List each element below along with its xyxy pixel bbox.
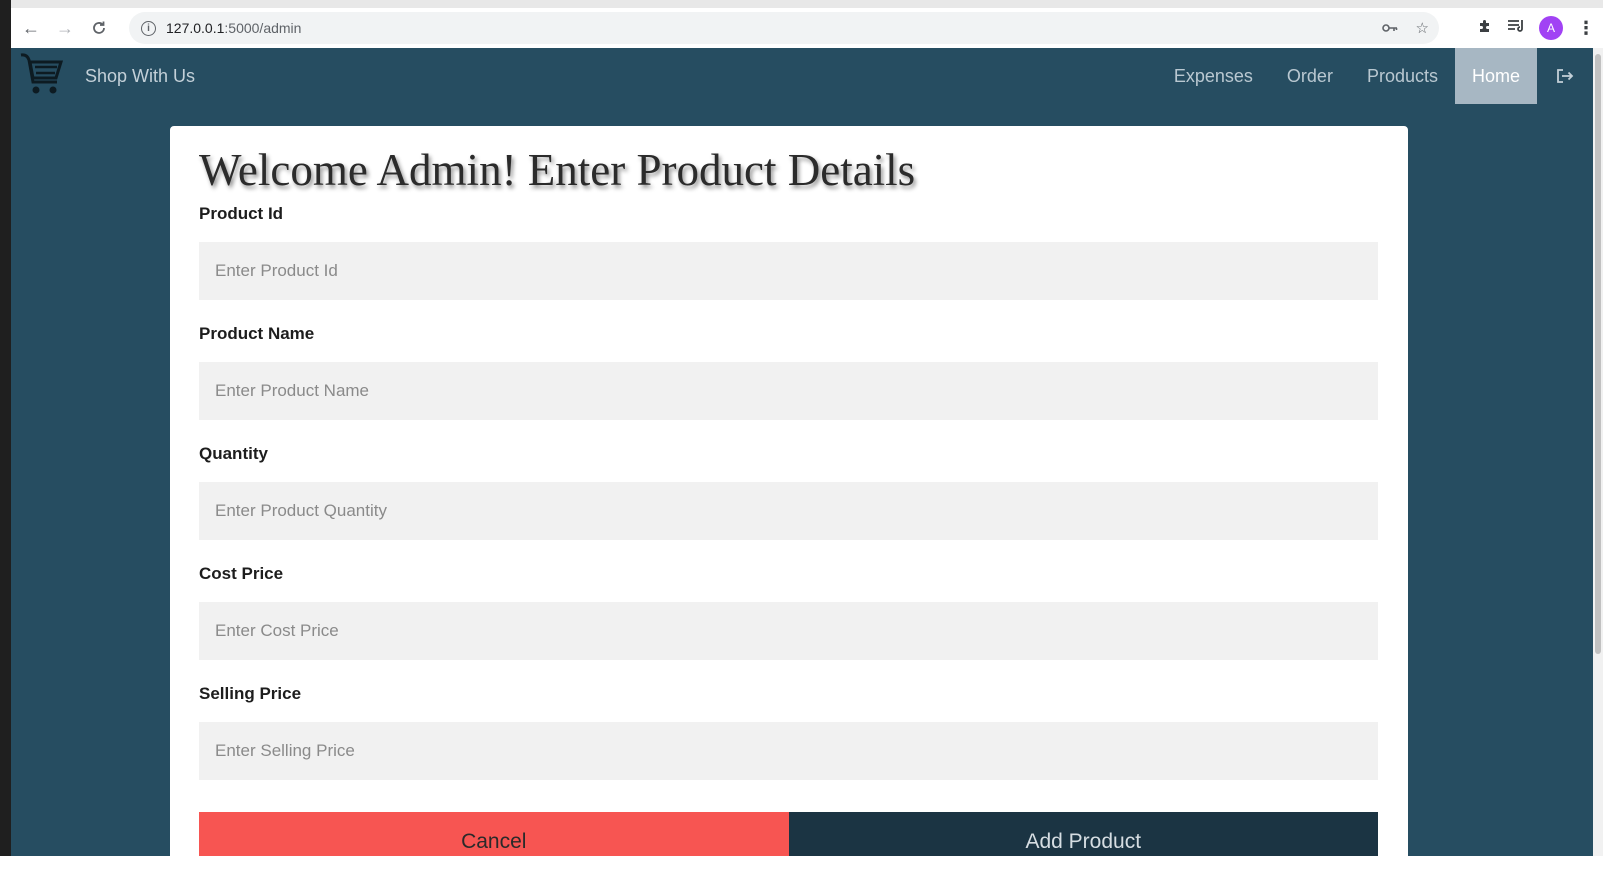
- address-bar[interactable]: i 127.0.0.1:5000/admin ☆: [129, 12, 1439, 44]
- browser-toolbar: ← → i 127.0.0.1:5000/admin ☆ A ⋮: [11, 8, 1603, 48]
- cart-icon[interactable]: [19, 52, 65, 96]
- nav-link-home[interactable]: Home: [1454, 48, 1537, 104]
- product-id-label: Product Id: [199, 204, 284, 223]
- reload-glyph: [93, 21, 105, 34]
- app-page: Shop With Us Expenses Order Products Hom…: [11, 48, 1593, 874]
- url-host: 127.0.0.1: [166, 20, 225, 36]
- profile-avatar[interactable]: A: [1539, 16, 1563, 40]
- browser-toolbar-right: A ⋮: [1477, 8, 1595, 48]
- puzzle-glyph: [1480, 19, 1489, 32]
- cost-price-input[interactable]: [199, 602, 1378, 660]
- window-top-strip: [11, 0, 1603, 8]
- product-name-label: Product Name: [199, 324, 315, 343]
- back-icon[interactable]: ←: [17, 14, 45, 42]
- omnibox-actions: ☆: [1381, 12, 1429, 44]
- sign-out-glyph: [1557, 69, 1574, 83]
- selling-price-label: Selling Price: [199, 684, 302, 703]
- nav-link-expenses[interactable]: Expenses: [1157, 48, 1270, 104]
- scrollbar-thumb[interactable]: [1595, 54, 1601, 654]
- nav-links: Expenses Order Products Home: [1157, 48, 1593, 104]
- desktop-edge: [0, 0, 11, 874]
- page-title: Welcome Admin! Enter Product Details: [199, 145, 916, 195]
- brand-name[interactable]: Shop With Us: [85, 48, 195, 104]
- queue-glyph: [1508, 19, 1523, 32]
- product-id-input[interactable]: [199, 242, 1378, 300]
- star-icon[interactable]: ☆: [1416, 19, 1429, 37]
- product-name-input[interactable]: [199, 362, 1378, 420]
- url-path: :5000/admin: [224, 20, 302, 36]
- navbar: Shop With Us Expenses Order Products Hom…: [11, 48, 1593, 104]
- nav-link-products[interactable]: Products: [1350, 48, 1455, 104]
- window-bottom-strip: [0, 856, 1603, 874]
- reload-icon[interactable]: [85, 14, 113, 42]
- screen: ← → i 127.0.0.1:5000/admin ☆ A ⋮ Shop W…: [0, 0, 1603, 874]
- info-icon[interactable]: i: [141, 20, 156, 36]
- reading-list-icon[interactable]: [1507, 19, 1525, 38]
- forward-icon[interactable]: →: [51, 14, 79, 42]
- key-glyph: [1381, 23, 1397, 32]
- extensions-icon[interactable]: [1477, 18, 1493, 39]
- nav-link-order[interactable]: Order: [1270, 48, 1350, 104]
- cart-glyph: [20, 53, 64, 94]
- selling-price-input[interactable]: [199, 722, 1378, 780]
- key-icon[interactable]: [1381, 20, 1398, 37]
- quantity-input[interactable]: [199, 482, 1378, 540]
- quantity-label: Quantity: [199, 444, 268, 463]
- logout-icon[interactable]: [1537, 48, 1593, 104]
- product-form-card: Welcome Admin! Enter Product Details Pro…: [170, 126, 1408, 874]
- menu-icon[interactable]: ⋮: [1577, 18, 1595, 39]
- cost-price-label: Cost Price: [199, 564, 284, 583]
- page-scrollbar[interactable]: [1593, 48, 1603, 874]
